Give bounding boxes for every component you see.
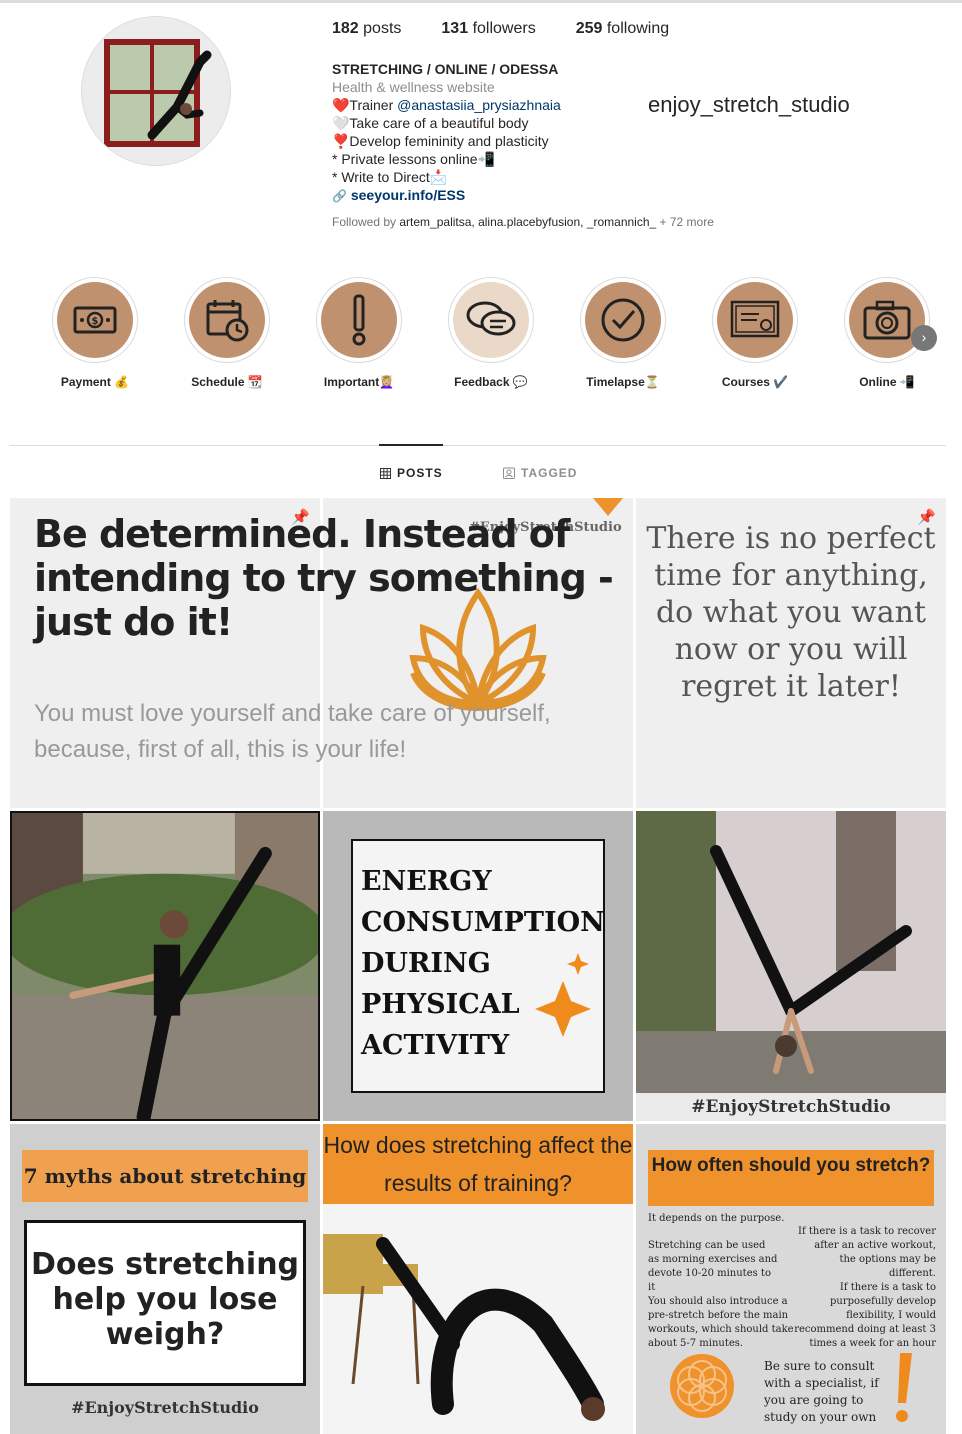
highlight-label: Online 📲: [859, 375, 915, 389]
post-tile-handstand-photo[interactable]: #EnjoyStretchStudio: [636, 811, 946, 1121]
bio-line-trainer: ❤️Trainer @anastasiia_prysiazhnaia: [332, 97, 561, 113]
svg-text:$: $: [92, 316, 99, 327]
profile-username: enjoy_stretch_studio: [648, 92, 850, 117]
certificate-icon: [730, 300, 780, 338]
post-banner: 7 myths about stretching: [22, 1150, 308, 1202]
bio-mention-link[interactable]: @anastasiia_prysiazhnaia: [397, 97, 561, 113]
followed-by[interactable]: Followed by artem_palitsa, alina.placeby…: [332, 215, 714, 229]
bio-line: 🤍Take care of a beautiful body: [332, 115, 529, 131]
post-hashtag: #EnjoyStretchStudio: [636, 1093, 946, 1121]
highlights-next-button[interactable]: ›: [911, 325, 937, 351]
handstand-photo: [636, 811, 946, 1093]
flower-of-life-icon: [670, 1354, 734, 1418]
post-text: Be sure to consult with a specialist, if…: [764, 1359, 879, 1424]
post-hashtag: #EnjoyStretchStudio: [71, 1398, 259, 1417]
highlight-label: Timelapse⏳: [586, 375, 660, 389]
highlight-schedule[interactable]: Schedule 📆: [162, 277, 292, 389]
post-tile-dancer-photo[interactable]: [10, 811, 320, 1121]
bio-line: ❣️Develop femininity and plasticity: [332, 133, 549, 149]
highlight-payment[interactable]: $ Payment 💰: [30, 277, 160, 389]
link-icon: 🔗: [332, 189, 347, 203]
tab-posts[interactable]: POSTS: [380, 466, 443, 480]
bio-line: * Write to Direct📩: [332, 169, 448, 185]
avatar-photo: [82, 17, 230, 165]
profile-stats: 182 posts 131 followers 259 following: [332, 20, 669, 38]
calendar-clock-icon: [206, 300, 249, 342]
bio-category: Health & wellness website: [332, 79, 495, 95]
profile-bio: STRETCHING / ONLINE / ODESSA Health & we…: [332, 60, 652, 205]
grid-icon: [380, 467, 391, 479]
tab-posts-label: POSTS: [397, 466, 443, 480]
followers-stat[interactable]: 131 followers: [441, 20, 535, 38]
post-subtext: You must love yourself and take care of …: [34, 700, 551, 763]
pin-icon: 📌: [291, 509, 310, 526]
followed-by-users[interactable]: artem_palitsa, alina.placebyfusion, _rom…: [399, 215, 656, 229]
post-tile-myths[interactable]: 7 myths about stretching Does stretching…: [10, 1124, 320, 1434]
post-tile-energy[interactable]: ENERGY CONSUMPTION DURING PHYSICAL ACTIV…: [323, 811, 633, 1121]
highlight-label: Schedule 📆: [191, 375, 263, 389]
active-tab-indicator: [379, 444, 443, 446]
sparkle-icon: [535, 953, 591, 1037]
profile-avatar[interactable]: [81, 16, 231, 166]
check-circle-icon: [601, 298, 645, 342]
bio-link[interactable]: 🔗 seeyour.info/ESS: [332, 186, 652, 205]
following-stat[interactable]: 259 following: [576, 20, 669, 38]
post-text: If there is a task to purposefully devel…: [794, 1282, 936, 1349]
post-text: It depends on the purpose.: [648, 1213, 785, 1224]
highlight-timelapse[interactable]: Timelapse⏳: [558, 277, 688, 389]
story-highlights: $ Payment 💰 Schedule 📆 Important�: [30, 277, 950, 397]
money-icon: $: [73, 306, 117, 334]
post-photo: [10, 811, 320, 1121]
highlight-label: Feedback 💬: [454, 375, 528, 389]
posts-stat: 182 posts: [332, 20, 402, 37]
post-tile-how-often[interactable]: How often should you stretch? It depends…: [636, 1124, 946, 1434]
stretch-photo: [323, 1204, 633, 1434]
tab-tagged[interactable]: TAGGED: [503, 466, 577, 480]
bio-line: * Private lessons online📲: [332, 151, 495, 167]
dancer-photo: [12, 813, 318, 1119]
post-text: Stretching can be used as morning exerci…: [648, 1240, 778, 1293]
post-tile-stretching-results[interactable]: How does stretching affect the results o…: [323, 1124, 633, 1434]
post-headline: How often should you stretch?: [648, 1150, 934, 1206]
highlight-label: Important💆🏼‍♀️: [323, 375, 395, 389]
top-border: [0, 0, 962, 3]
tabs-divider: [9, 445, 946, 446]
highlight-courses[interactable]: Courses ✔️: [690, 277, 820, 389]
post-text: If there is a task to recover after an a…: [798, 1226, 936, 1279]
post-quote: There is no perfect time for anything, d…: [646, 521, 936, 704]
exclamation-mark-icon: [896, 1353, 912, 1422]
post-question: Does stretching help you lose weigh?: [24, 1220, 306, 1386]
chat-bubbles-icon: [466, 301, 516, 336]
post-headline: How does stretching affect the results o…: [323, 1124, 633, 1204]
tagged-user-icon: [503, 467, 515, 479]
post-photo: [636, 811, 946, 1121]
post-tile-quote[interactable]: There is no perfect time for anything, d…: [636, 498, 946, 808]
post-headline: Be determined. Instead of intending to t…: [34, 512, 614, 644]
highlight-important[interactable]: Important💆🏼‍♀️: [294, 277, 424, 389]
post-tile-be-determined[interactable]: Be determined. Instead of intending to t…: [10, 498, 614, 808]
bio-link-text[interactable]: seeyour.info/ESS: [351, 187, 465, 203]
exclamation-icon: [352, 294, 366, 346]
pin-icon: 📌: [917, 509, 936, 526]
bio-name: STRETCHING / ONLINE / ODESSA: [332, 61, 559, 77]
tab-tagged-label: TAGGED: [521, 466, 578, 480]
chevron-right-icon: ›: [921, 329, 927, 345]
highlight-feedback[interactable]: Feedback 💬: [426, 277, 556, 389]
camera-icon: [863, 300, 911, 340]
highlight-label: Payment 💰: [60, 375, 130, 389]
post-text: You should also introduce a pre-stretch …: [648, 1296, 794, 1349]
highlight-label: Courses ✔️: [721, 375, 789, 389]
